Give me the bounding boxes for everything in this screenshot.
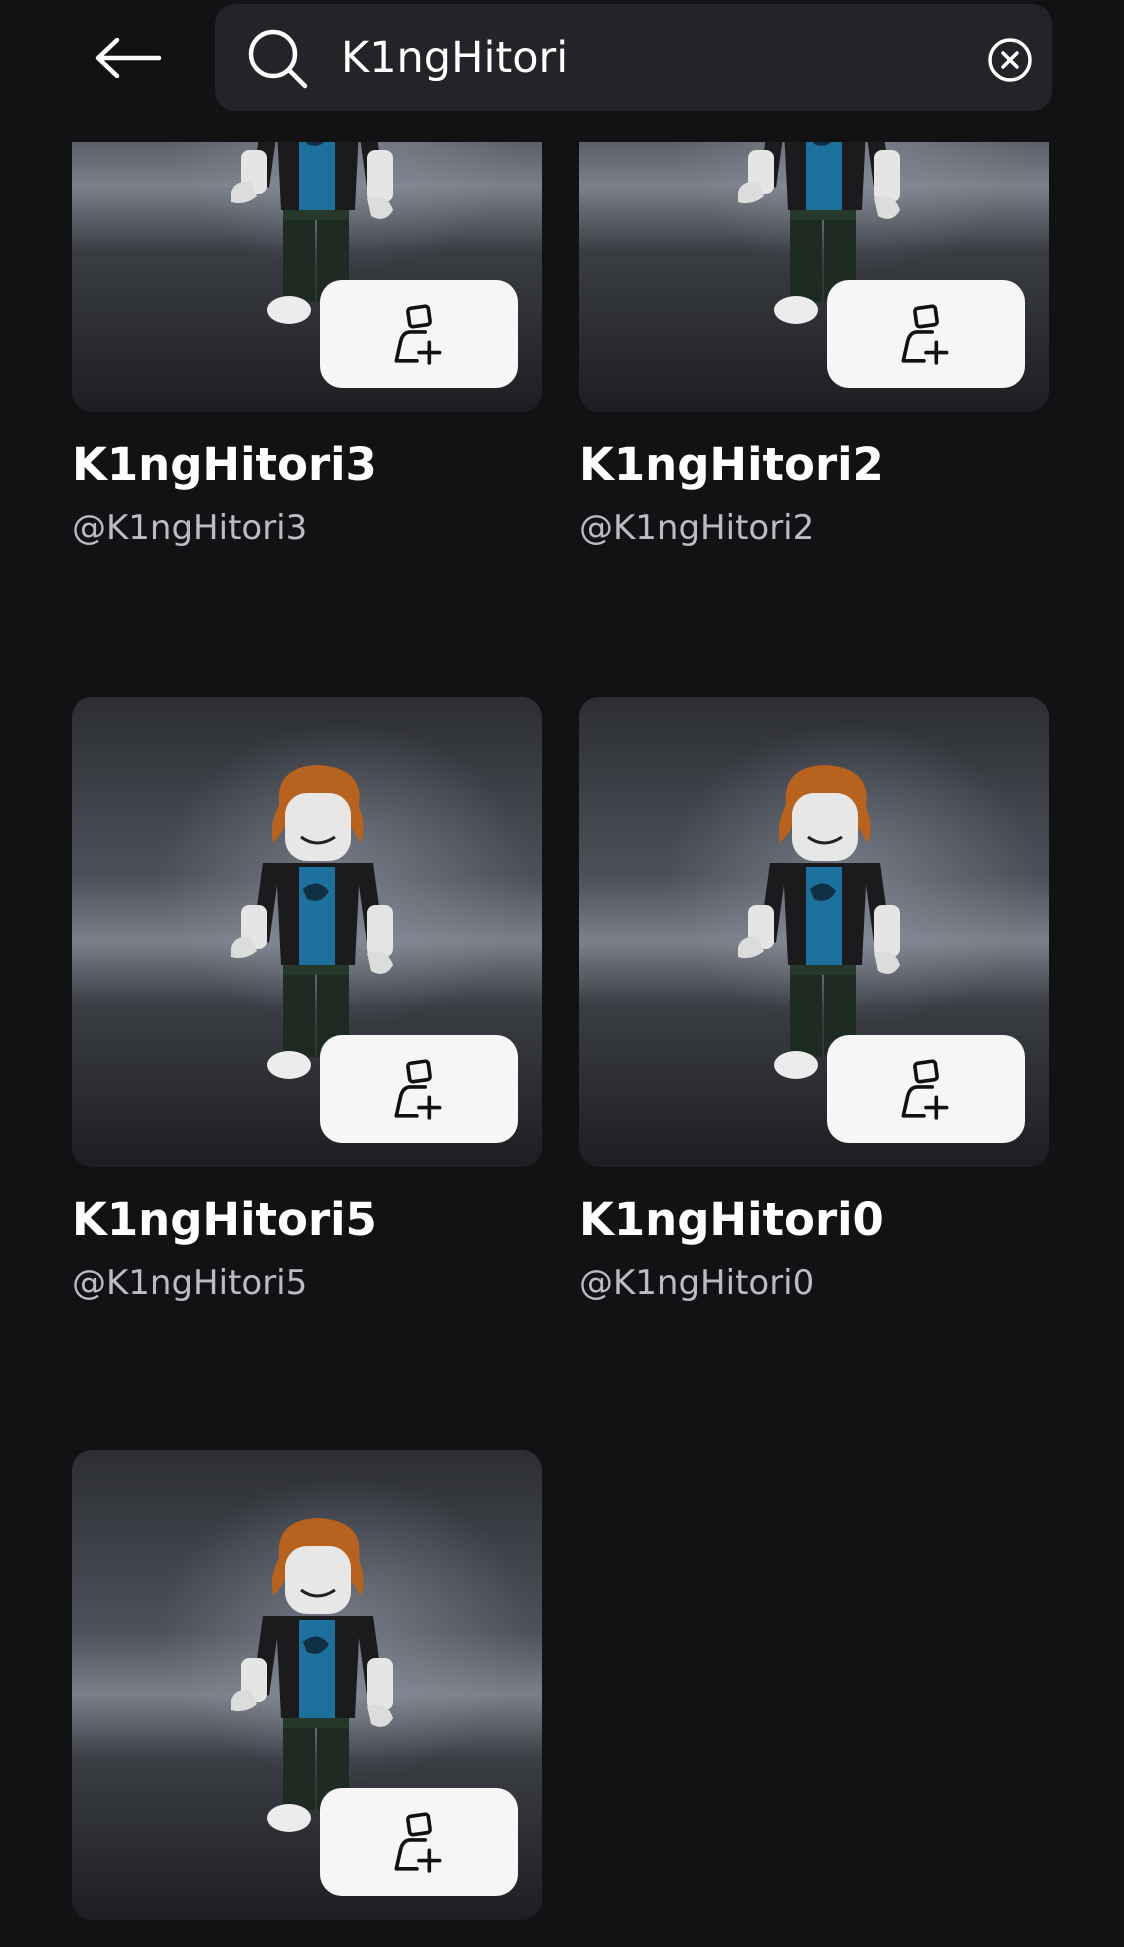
avatar-thumbnail[interactable] — [72, 1450, 542, 1920]
display-name[interactable]: K1ngHitori2 — [579, 438, 884, 491]
search-header — [0, 0, 1124, 142]
arrow-left-icon — [95, 38, 162, 78]
add-friend-icon — [893, 301, 959, 367]
avatar-thumbnail[interactable] — [72, 697, 542, 1167]
search-icon — [248, 29, 308, 89]
username: @K1ngHitori5 — [72, 1263, 308, 1303]
add-friend-button[interactable] — [827, 280, 1025, 388]
display-name[interactable]: K1ngHitori3 — [72, 438, 377, 491]
username: @K1ngHitori3 — [72, 508, 308, 548]
display-name[interactable]: K1ngHitori0 — [579, 1193, 884, 1246]
search-input[interactable] — [341, 22, 941, 94]
search-bar[interactable] — [215, 4, 1052, 111]
add-friend-button[interactable] — [320, 1788, 518, 1896]
add-friend-icon — [386, 1056, 452, 1122]
avatar-thumbnail[interactable] — [579, 697, 1049, 1167]
add-friend-icon — [893, 1056, 959, 1122]
clear-search-icon[interactable] — [987, 37, 1033, 83]
result-card[interactable]: K1ngHitori0 @K1ngHitori0 — [579, 697, 1049, 1303]
display-name[interactable]: K1ngHitori5 — [72, 1193, 377, 1246]
add-friend-icon — [386, 1809, 452, 1875]
username: @K1ngHitori0 — [579, 1263, 815, 1303]
add-friend-button[interactable] — [320, 280, 518, 388]
search-results-page: K1ngHitori3 @K1ngHitori3 K1ngHitori2 @K1… — [0, 0, 1124, 1947]
username: @K1ngHitori2 — [579, 508, 815, 548]
back-button[interactable] — [88, 26, 168, 90]
result-card[interactable] — [72, 1450, 542, 1920]
add-friend-button[interactable] — [320, 1035, 518, 1143]
add-friend-button[interactable] — [827, 1035, 1025, 1143]
add-friend-icon — [386, 301, 452, 367]
result-card[interactable]: K1ngHitori5 @K1ngHitori5 — [72, 697, 542, 1303]
